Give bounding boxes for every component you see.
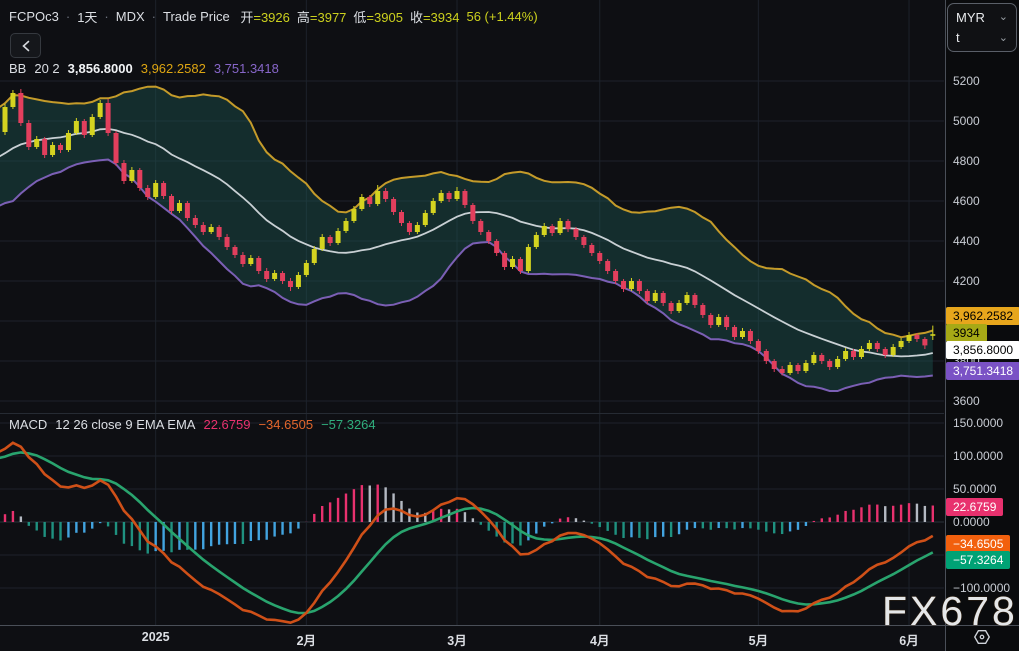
- symbol-name[interactable]: FCPOc3: [9, 9, 59, 24]
- price-tick-label: 4800: [953, 154, 980, 168]
- interval-label[interactable]: 1天: [77, 7, 97, 26]
- bb-basis-price-label: 3,856.8000: [946, 340, 1019, 359]
- macd-tick-label: 0.0000: [953, 515, 990, 529]
- month-label: 4月: [590, 634, 610, 648]
- macd-hist-value: 22.6759: [203, 417, 251, 432]
- bb-lower-price-label: 3,751.3418: [946, 361, 1019, 380]
- month-label: 3月: [447, 634, 467, 648]
- price-tick-label: 4600: [953, 194, 980, 208]
- macd-hist-value-label: 22.6759: [946, 498, 1004, 517]
- separator: ·: [65, 9, 71, 24]
- chevron-left-icon: [21, 40, 29, 51]
- last-price-label: 3934: [946, 323, 987, 342]
- bb-indicator-legend[interactable]: BB 20 2 3,856.8000 3,962.2582 3,751.3418: [9, 61, 279, 76]
- bb-upper-price-label: 3,962.2582: [946, 306, 1019, 325]
- price-tick-label: 3600: [953, 394, 980, 408]
- month-label: 2025: [141, 630, 170, 644]
- close-value: 收=3934: [409, 10, 460, 25]
- logo-hexagon-icon[interactable]: [968, 626, 996, 648]
- macd-signal-value: −57.3264: [321, 417, 376, 432]
- macd-params: 12 26 close 9 EMA EMA: [55, 417, 196, 432]
- chevron-down-icon: ⌄: [998, 31, 1008, 44]
- unit-select[interactable]: t ⌄: [956, 30, 1008, 45]
- month-label: 5月: [748, 634, 769, 648]
- bb-basis-value: 3,856.8000: [67, 61, 133, 76]
- series-type-label: Trade Price: [163, 9, 230, 24]
- price-tick-label: 4400: [953, 234, 980, 248]
- bb-lower-value: 3,751.3418: [213, 61, 279, 76]
- price-tick-label: 5200: [953, 74, 980, 88]
- macd-line-value: −34.6505: [258, 417, 314, 432]
- currency-label: MYR: [956, 9, 985, 25]
- currency-select[interactable]: MYR ⌄: [956, 10, 1008, 25]
- bb-upper-value: 3,962.2582: [140, 61, 206, 76]
- macd-tick-label: 100.0000: [953, 449, 1004, 463]
- bb-params: 20 2: [34, 61, 60, 76]
- month-label: 2月: [296, 634, 317, 648]
- open-value: 开=3926: [240, 10, 290, 25]
- macd-tick-label: 150.0000: [953, 416, 1004, 430]
- macd-signal-value-label: −57.3264: [946, 550, 1011, 569]
- macd-indicator-legend[interactable]: MACD 12 26 close 9 EMA EMA 22.6759 −34.6…: [9, 417, 376, 432]
- macd-tick-label: 50.0000: [953, 482, 997, 496]
- macd-title: MACD: [9, 417, 48, 432]
- chart-root: FCPOc3 · 1天 · MDX · Trade Price 开=3926 高…: [0, 0, 1019, 651]
- price-tick-label: 4200: [953, 274, 980, 288]
- bb-title: BB: [9, 61, 27, 76]
- price-tick-label: 5000: [953, 114, 980, 128]
- price-scale-settings-box: MYR ⌄ t ⌄: [947, 3, 1017, 52]
- separator: ·: [151, 9, 156, 24]
- fx678-watermark: FX678: [882, 588, 1018, 634]
- unit-label: t: [956, 30, 960, 46]
- price-chart-canvas[interactable]: [0, 0, 1019, 651]
- change-value: 56 (+1.44%): [466, 9, 538, 24]
- chart-legend: FCPOc3 · 1天 · MDX · Trade Price 开=3926 高…: [9, 7, 538, 26]
- chevron-down-icon: ⌄: [998, 11, 1008, 24]
- exchange-label: MDX: [115, 9, 145, 24]
- high-value: 高=3977: [296, 10, 347, 25]
- low-value: 低=3905: [353, 10, 403, 25]
- separator: ·: [104, 9, 109, 24]
- back-button[interactable]: [10, 33, 41, 58]
